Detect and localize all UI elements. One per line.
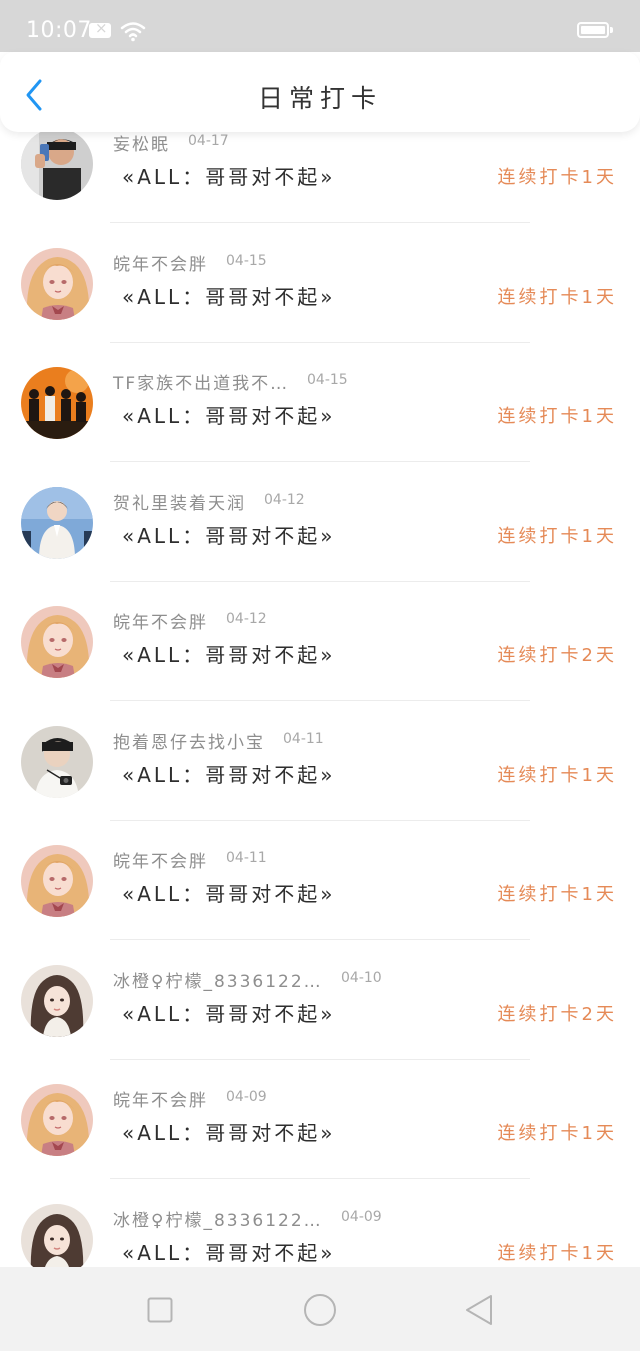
list-item[interactable]: 抱着恩仔去找小宝 04-11 «ALL：哥哥对不起» 连续打卡1天 xyxy=(0,702,640,822)
checkin-date: 04-17 xyxy=(188,133,229,149)
avatar[interactable] xyxy=(21,1084,93,1156)
avatar[interactable] xyxy=(21,964,93,1037)
checkin-date: 04-15 xyxy=(226,252,267,269)
header: 日常打卡 xyxy=(0,52,640,132)
username[interactable]: 妄松眠 xyxy=(113,130,170,155)
streak-label: 连续打卡1天 xyxy=(497,1123,617,1144)
list-item[interactable]: 皖年不会胖 04-15 «ALL：哥哥对不起» 连续打卡1天 xyxy=(0,224,640,344)
username[interactable]: 冰橙♀柠檬_8336122… xyxy=(113,1206,323,1231)
checkin-content: «ALL：哥哥对不起» xyxy=(122,1121,336,1145)
streak-label: 连续打卡1天 xyxy=(497,286,617,308)
username[interactable]: 皖年不会胖 xyxy=(113,847,208,872)
list-item[interactable]: 冰橙♀柠檬_8336122… 04-10 «ALL：哥哥对不起» 连续打卡2天 xyxy=(0,941,640,1061)
status-time: 10:07 xyxy=(26,18,92,43)
username[interactable]: 皖年不会胖 xyxy=(113,608,208,633)
checkin-content: «ALL：哥哥对不起» xyxy=(122,284,336,309)
list-item[interactable]: 皖年不会胖 04-12 «ALL：哥哥对不起» 连续打卡2天 xyxy=(0,582,640,702)
streak-label: 连续打卡1天 xyxy=(497,525,617,547)
list-item[interactable]: 皖年不会胖 04-11 «ALL：哥哥对不起» 连续打卡1天 xyxy=(0,821,640,941)
streak-label: 连续打卡2天 xyxy=(497,645,617,666)
checkin-content: «ALL：哥哥对不起» xyxy=(122,1240,336,1265)
checkin-content: «ALL：哥哥对不起» xyxy=(122,523,336,548)
avatar[interactable] xyxy=(21,845,93,917)
checkin-date: 04-10 xyxy=(341,969,382,986)
streak-label: 连续打卡1天 xyxy=(497,167,617,188)
checkin-date: 04-12 xyxy=(226,611,267,627)
username[interactable]: TF家族不出道我不… xyxy=(113,369,289,394)
page-title: 日常打卡 xyxy=(257,84,382,113)
avatar[interactable] xyxy=(21,247,93,320)
checkin-date: 04-09 xyxy=(341,1208,382,1225)
checkin-date: 04-11 xyxy=(283,730,324,747)
username[interactable]: 贺礼里装着天润 xyxy=(113,489,246,514)
system-nav-bar xyxy=(0,1267,640,1351)
username[interactable]: 抱着恩仔去找小宝 xyxy=(113,728,265,753)
streak-label: 连续打卡2天 xyxy=(497,1003,617,1025)
message-icon xyxy=(89,19,111,38)
avatar[interactable] xyxy=(21,367,93,439)
back-icon[interactable] xyxy=(464,1294,494,1326)
streak-label: 连续打卡1天 xyxy=(497,884,617,905)
list-item[interactable]: 贺礼里装着天润 04-12 «ALL：哥哥对不起» 连续打卡1天 xyxy=(0,463,640,583)
checkin-content: «ALL：哥哥对不起» xyxy=(122,165,336,189)
streak-label: 连续打卡1天 xyxy=(497,406,617,427)
avatar[interactable] xyxy=(21,725,93,798)
checkin-content: «ALL：哥哥对不起» xyxy=(122,643,336,667)
list-item[interactable]: TF家族不出道我不… 04-15 «ALL：哥哥对不起» 连续打卡1天 xyxy=(0,343,640,463)
checkin-date: 04-09 xyxy=(226,1089,267,1105)
checkin-content: «ALL：哥哥对不起» xyxy=(122,882,336,906)
checkin-date: 04-12 xyxy=(264,491,305,508)
avatar[interactable] xyxy=(21,486,93,559)
streak-label: 连续打卡1天 xyxy=(497,764,617,786)
streak-label: 连续打卡1天 xyxy=(497,1242,617,1264)
recent-apps-icon[interactable] xyxy=(147,1297,173,1323)
checkin-date: 04-11 xyxy=(226,850,267,866)
home-icon[interactable] xyxy=(303,1293,337,1327)
checkin-list: 妄松眠 04-17 «ALL：哥哥对不起» 连续打卡1天 皖年不会胖 04-15 «ALL：… xyxy=(0,104,640,1299)
checkin-content: «ALL：哥哥对不起» xyxy=(122,404,336,428)
username[interactable]: 皖年不会胖 xyxy=(113,1086,208,1111)
checkin-content: «ALL：哥哥对不起» xyxy=(122,1001,336,1026)
avatar[interactable] xyxy=(21,606,93,678)
username[interactable]: 冰橙♀柠檬_8336122… xyxy=(113,967,323,992)
avatar[interactable] xyxy=(21,1203,93,1276)
status-bar: 10:07 xyxy=(0,0,640,52)
username[interactable]: 皖年不会胖 xyxy=(113,250,208,275)
list-item[interactable]: 皖年不会胖 04-09 «ALL：哥哥对不起» 连续打卡1天 xyxy=(0,1060,640,1180)
checkin-content: «ALL：哥哥对不起» xyxy=(122,762,336,787)
battery-icon xyxy=(577,22,613,38)
avatar[interactable] xyxy=(21,128,93,200)
wifi-icon xyxy=(120,22,146,42)
checkin-date: 04-15 xyxy=(307,372,348,388)
